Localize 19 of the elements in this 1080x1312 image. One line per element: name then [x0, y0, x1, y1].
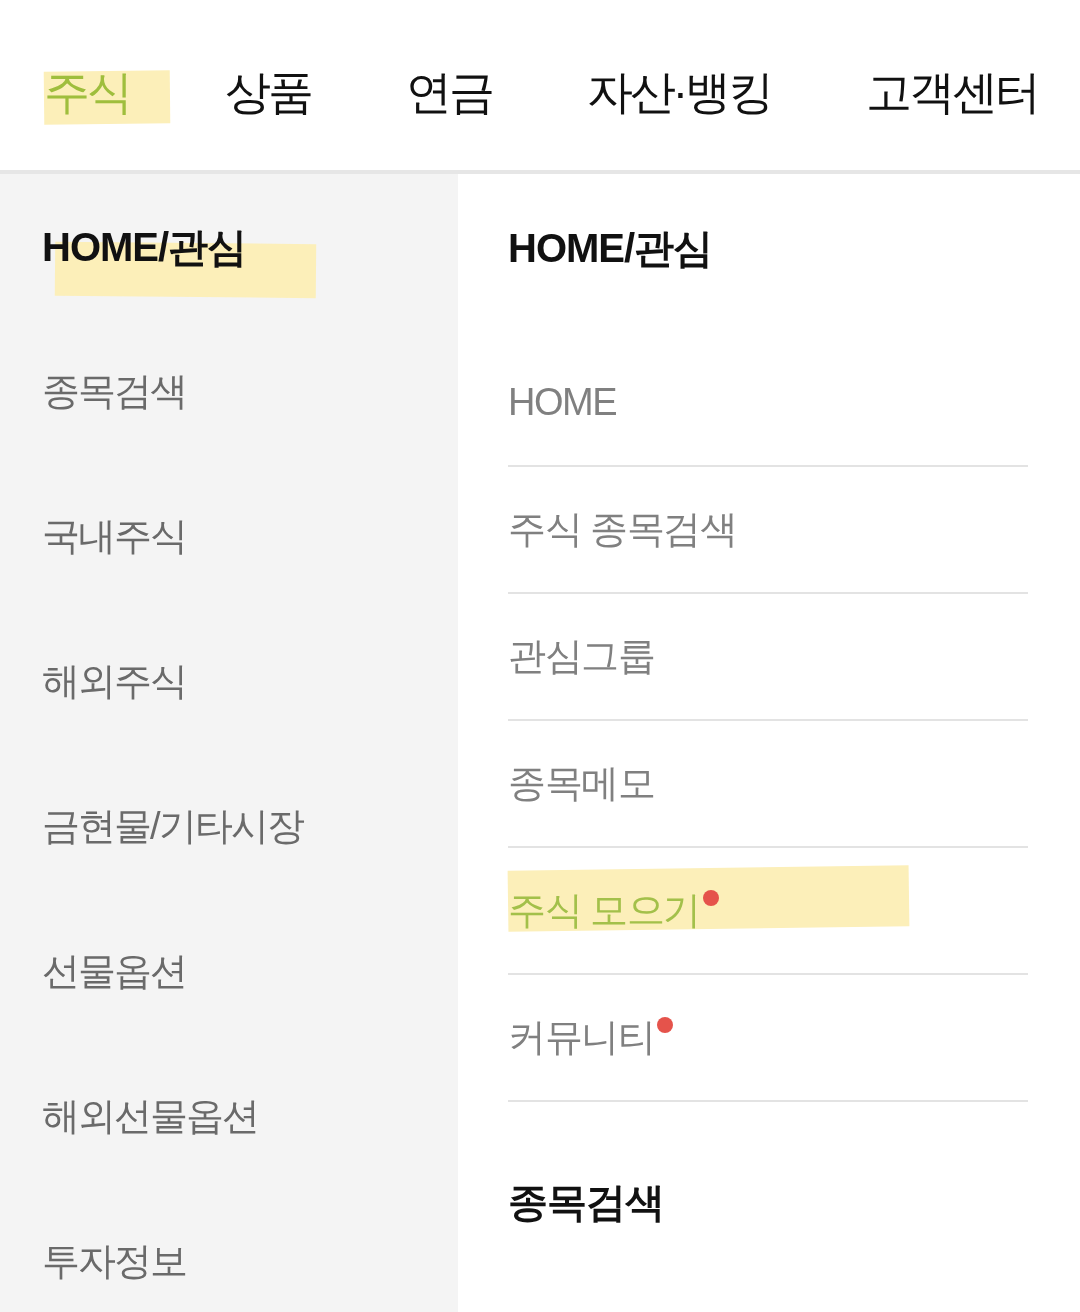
sidebar-menu-item[interactable]: 해외선물옵션: [42, 1093, 258, 1140]
submenu-link[interactable]: HOME: [508, 379, 616, 426]
section-heading: 종목검색: [508, 1178, 664, 1226]
submenu-link[interactable]: 주식 종목검색: [508, 506, 737, 553]
sidebar-menu-item[interactable]: 국내주식: [42, 513, 186, 560]
sidebar-menu-item[interactable]: HOME/관심: [42, 222, 247, 271]
nav-tab[interactable]: 상품: [224, 65, 311, 121]
sidebar-menu-item[interactable]: 해외주식: [42, 658, 186, 705]
sidebar-menu-item[interactable]: 종목검색: [42, 368, 186, 415]
sidebar-menu-item[interactable]: 선물옵션: [42, 948, 186, 995]
submenu-link[interactable]: 커뮤니티: [508, 1014, 673, 1061]
sidebar-menu-item[interactable]: 투자정보: [42, 1238, 186, 1285]
nav-tab[interactable]: 고객센터: [865, 65, 1038, 121]
section-heading: HOME/관심: [508, 224, 713, 272]
submenu-link[interactable]: 관심그룹: [508, 633, 654, 680]
sidebar-menu-item[interactable]: 금현물/기타시장: [42, 803, 303, 850]
nav-tab[interactable]: 자산·뱅킹: [586, 65, 772, 121]
submenu-link[interactable]: 종목메모: [508, 760, 654, 807]
nav-tab[interactable]: 연금: [405, 65, 492, 121]
